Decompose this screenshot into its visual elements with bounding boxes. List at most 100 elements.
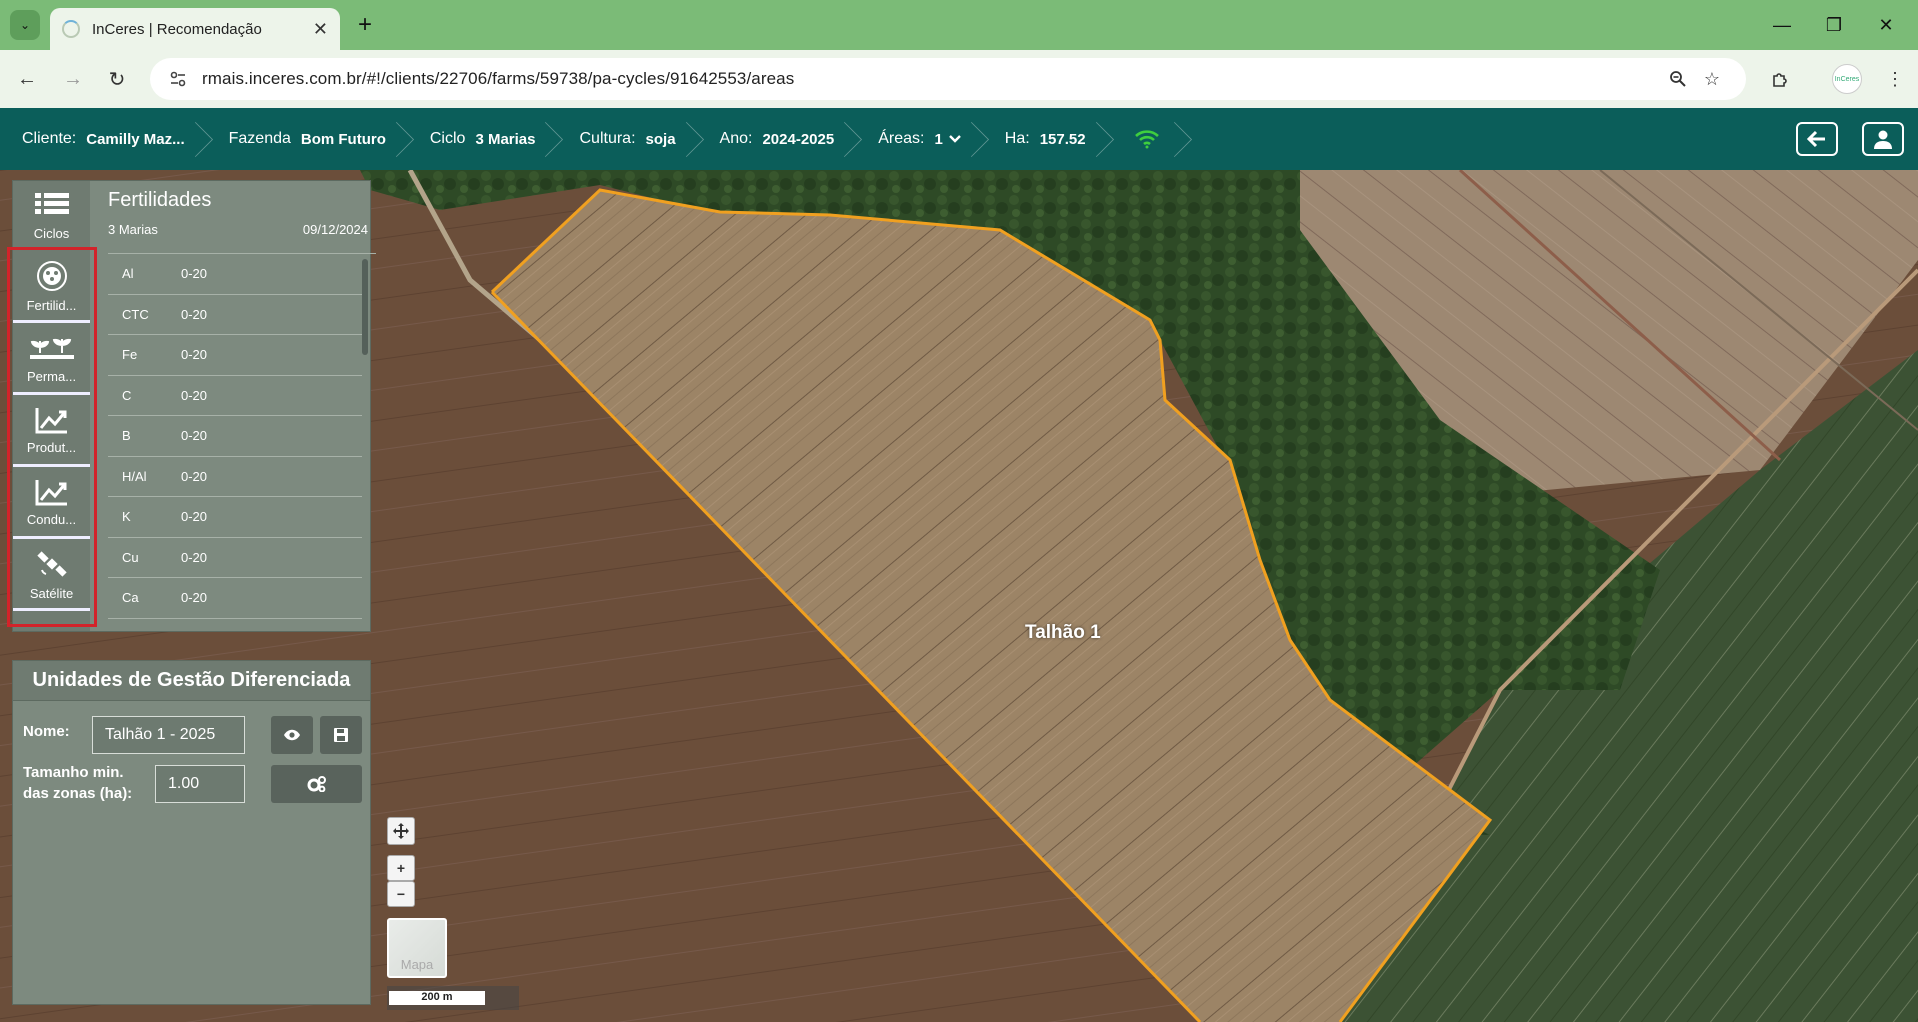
element-depth: 0-20: [181, 509, 208, 525]
crumb-cycle[interactable]: Ciclo 3 Marias: [408, 108, 558, 170]
fertility-scrollbar[interactable]: [362, 259, 368, 355]
chart-line-icon: [35, 480, 67, 506]
element-depth: 0-20: [181, 387, 208, 403]
browser-menu-icon[interactable]: ⋮: [1880, 64, 1910, 94]
crumb-connection: [1108, 108, 1186, 170]
generate-zones-button[interactable]: [271, 765, 362, 803]
extensions-icon[interactable]: [1766, 64, 1796, 94]
crumb-crop[interactable]: Cultura: soja: [557, 108, 697, 170]
element-name: H/Al: [122, 468, 147, 484]
sidebar-item-label: Satélite: [29, 586, 74, 601]
bookmark-star-icon[interactable]: ☆: [1700, 67, 1724, 91]
sidebar-item-ciclos[interactable]: Ciclos: [13, 181, 90, 251]
plants-icon: [29, 338, 74, 359]
sidebar-item-label: Fertilid...: [26, 298, 77, 313]
list-item[interactable]: Fe 0-20: [108, 335, 362, 376]
zoom-out-button[interactable]: −: [387, 881, 415, 907]
chart-line-icon: [35, 408, 67, 434]
crumb-year[interactable]: Ano: 2024-2025: [698, 108, 857, 170]
element-depth: 0-20: [181, 549, 208, 565]
crumb-label: Cliente:: [22, 130, 77, 147]
app-header-breadcrumb: Cliente: Camilly Maz... Fazenda Bom Futu…: [0, 108, 1918, 170]
element-name: C: [122, 387, 132, 403]
element-name: B: [122, 428, 131, 444]
fertility-icon: [36, 261, 67, 291]
crumb-farm[interactable]: Fazenda Bom Futuro: [207, 108, 408, 170]
tab-search-button[interactable]: ⌄: [10, 10, 40, 40]
back-button[interactable]: ←: [12, 64, 42, 94]
pan-button[interactable]: [387, 817, 415, 845]
element-depth: 0-20: [181, 468, 208, 484]
ugd-title: Unidades de Gestão Diferenciada: [13, 661, 370, 701]
save-icon: [334, 728, 348, 742]
cogs-icon: [307, 776, 326, 792]
zoom-in-button[interactable]: +: [387, 855, 415, 881]
new-tab-button[interactable]: +: [350, 10, 380, 40]
crumb-value: Bom Futuro: [300, 130, 386, 148]
move-arrows-icon: [393, 823, 409, 839]
crumb-value: 1: [934, 130, 943, 148]
fertility-header: Fertilidades 3 Marias 09/12/2024: [108, 189, 368, 237]
sidebar-item-fertilidades[interactable]: Fertilid...: [13, 253, 90, 323]
list-item[interactable]: CTC 0-20: [108, 295, 362, 335]
eye-icon: [284, 729, 300, 741]
user-profile-button[interactable]: [1862, 122, 1904, 156]
list-item[interactable]: Cu 0-20: [108, 538, 362, 578]
sidebar-item-produtividade[interactable]: Produt...: [13, 397, 90, 467]
crumb-label: Ciclo: [429, 130, 466, 147]
crumb-areas-dropdown[interactable]: Áreas: 1: [856, 108, 983, 170]
crumb-value: soja: [645, 130, 676, 148]
crumb-label: Fazenda: [228, 130, 291, 147]
element-name: Fe: [122, 347, 138, 363]
zoom-icon[interactable]: [1666, 67, 1690, 91]
site-info-icon[interactable]: [166, 67, 190, 91]
list-item[interactable]: K 0-20: [108, 497, 362, 538]
back-arrow-button[interactable]: [1796, 122, 1838, 156]
restore-window-button[interactable]: ❐: [1814, 10, 1854, 40]
fertility-date: 09/12/2024: [302, 222, 368, 237]
list-item[interactable]: B 0-20: [108, 416, 362, 457]
sidebar-item-label: Condu...: [26, 512, 77, 527]
crumb-client[interactable]: Cliente: Camilly Maz...: [0, 108, 207, 170]
sidebar-item-condutividade[interactable]: Condu...: [13, 469, 90, 539]
field-name-label: Talhão 1: [1025, 622, 1101, 643]
min-size-label-line2: das zonas (ha):: [23, 785, 133, 802]
list-item[interactable]: Ca 0-20: [108, 578, 362, 619]
sidebar-item-label: Ciclos: [33, 225, 70, 241]
view-button[interactable]: [271, 716, 313, 754]
list-item[interactable]: H/Al 0-20: [108, 457, 362, 497]
list-item[interactable]: C 0-20: [108, 376, 362, 416]
sidebar-item-label: Perma...: [26, 369, 77, 384]
satellite-icon: [36, 551, 67, 577]
arrow-left-icon: [1807, 130, 1825, 148]
min-zone-size-field[interactable]: 1.00: [155, 765, 245, 803]
min-size-label-line1: Tamanho min.: [23, 764, 124, 781]
browser-tabbar: ⌄ InCeres | Recomendação ✕ + — ❐ ✕: [0, 0, 1918, 50]
basemap-toggle[interactable]: Mapa: [387, 918, 447, 978]
element-name: K: [122, 509, 131, 525]
crumb-value: 3 Marias: [475, 130, 536, 148]
fertility-cycle: 3 Marias: [108, 222, 158, 237]
list-item[interactable]: Al 0-20: [108, 254, 362, 295]
forward-button[interactable]: →: [58, 64, 88, 94]
close-window-button[interactable]: ✕: [1866, 10, 1906, 40]
ugd-panel: Unidades de Gestão Diferenciada Nome: Ta…: [12, 660, 371, 1005]
browser-tab[interactable]: InCeres | Recomendação ✕: [50, 8, 340, 50]
save-button[interactable]: [320, 716, 362, 754]
minimize-window-button[interactable]: —: [1762, 10, 1802, 40]
list-icon: [34, 192, 69, 214]
sidebar-item-permanentes[interactable]: Perma...: [13, 325, 90, 395]
address-bar[interactable]: rmais.inceres.com.br/#!/clients/22706/fa…: [150, 58, 1746, 100]
name-field[interactable]: Talhão 1 - 2025: [92, 716, 245, 754]
profile-avatar[interactable]: InCeres: [1832, 64, 1862, 94]
reload-button[interactable]: ↻: [102, 64, 132, 94]
analysis-panel: Ciclos Fertilid... Perma... Produt... Co…: [12, 180, 376, 632]
fertility-list[interactable]: Al 0-20 CTC 0-20 Fe 0-20 C 0-20 B 0-20 H/Al 0-…: [108, 253, 376, 623]
close-tab-icon[interactable]: ✕: [313, 19, 328, 40]
crumb-label: Áreas:: [878, 130, 925, 147]
name-label: Nome:: [23, 723, 70, 740]
element-depth: 0-20: [181, 266, 208, 282]
element-depth: 0-20: [181, 347, 208, 363]
element-depth: 0-20: [181, 590, 208, 606]
sidebar-item-satelite[interactable]: Satélite: [13, 541, 90, 611]
